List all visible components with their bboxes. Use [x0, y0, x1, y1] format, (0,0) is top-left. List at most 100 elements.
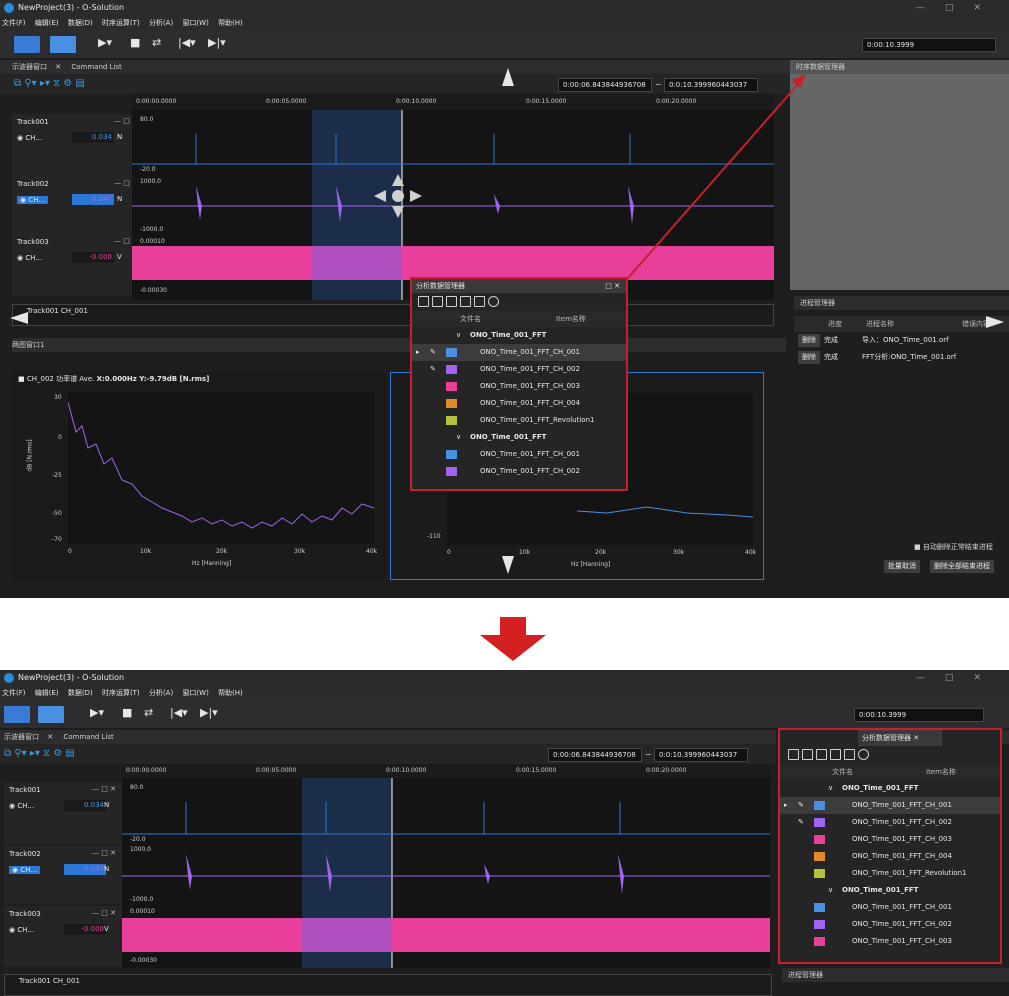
pin-icon[interactable]: ✎	[798, 797, 804, 814]
ruler-label: 0:00:05.0000	[256, 767, 297, 774]
track-controls[interactable]: — □ ✕	[92, 909, 116, 917]
menu-help[interactable]: 帮助(H)	[218, 689, 243, 697]
range-end[interactable]: 0:0:10.399960443037	[654, 748, 748, 762]
color-swatch[interactable]	[814, 801, 825, 810]
analysis-data-manager-docked[interactable]: 分析数据管理器 ✕ 文件名 Item名称 ∨ ONO_Time_001_FFT ▸ ✎…	[778, 728, 1002, 964]
channel-label: ◉ CH...	[9, 802, 35, 810]
export-icon[interactable]	[802, 749, 813, 760]
menu-timeseries[interactable]: 时序运算(T)	[102, 689, 140, 697]
color-swatch[interactable]	[814, 903, 825, 912]
track-controls[interactable]: — □ ✕	[92, 785, 116, 793]
time-display[interactable]: 0:00:10.3999	[854, 708, 984, 722]
item-label: ONO_Time_001_FFT_CH_001	[852, 801, 952, 809]
color-swatch[interactable]	[814, 869, 825, 878]
y-min-label: -1000.0	[130, 896, 154, 903]
chevron-down-icon[interactable]: ∨	[828, 780, 833, 797]
track-name: Track002	[9, 850, 41, 858]
track-name: Track003	[9, 910, 41, 918]
color-swatch[interactable]	[814, 818, 825, 827]
refresh-icon[interactable]	[858, 749, 869, 760]
docked-tree-list: ∨ ONO_Time_001_FFT ▸ ✎ ONO_Time_001_FFT_CH_0…	[780, 780, 1000, 950]
tree-group-row[interactable]: ∨ ONO_Time_001_FFT	[780, 882, 1000, 899]
track-header[interactable]: Track003 — □ ✕ ◉ CH... -0.000 V	[4, 906, 122, 966]
time-ruler: 0:00:00.0000 0:00:05.0000 0:00:10.0000 0…	[122, 764, 770, 778]
y-min-label: -20.0	[130, 836, 146, 843]
ruler-label: 0:00:10.0000	[386, 767, 427, 774]
prev-icon[interactable]: |◀▾	[170, 706, 188, 719]
cursor-icon[interactable]: ⧉ ⚲▾ ▸▾ ⧖ ⚙ ▤	[4, 748, 75, 759]
color-swatch[interactable]	[814, 920, 825, 929]
tree-item-row[interactable]: ONO_Time_001_FFT_CH_003	[780, 933, 1000, 950]
menu-edit[interactable]: 编辑(E)	[35, 689, 59, 697]
y-min-label: -0.00030	[130, 957, 157, 964]
loop-icon[interactable]: ⇄	[144, 706, 153, 719]
chevron-down-icon[interactable]: ∨	[828, 882, 833, 899]
channel-label: ◉ CH...	[9, 866, 41, 874]
tree-item-row[interactable]: ONO_Time_001_FFT_Revolution1	[780, 865, 1000, 882]
tree-group-row[interactable]: ∨ ONO_Time_001_FFT	[780, 780, 1000, 797]
close-icon[interactable]: ✕	[47, 733, 53, 741]
tab-command-list[interactable]: Command List	[63, 733, 113, 741]
app-icon	[4, 673, 14, 683]
track-header[interactable]: Track002 — □ ✕ ◉ CH... 0.047 N	[4, 846, 122, 904]
group-label: ONO_Time_001_FFT	[842, 784, 919, 792]
channel-unit: N	[104, 865, 110, 873]
add-file-icon[interactable]	[788, 749, 799, 760]
scope-mode-button[interactable]	[4, 706, 30, 723]
ruler-label: 0:00:00.0000	[126, 767, 167, 774]
item-label: ONO_Time_001_FFT_CH_002	[852, 818, 952, 826]
delete-icon[interactable]	[830, 749, 841, 760]
ruler-label: 0:00:15.0000	[516, 767, 557, 774]
item-label: ONO_Time_001_FFT_CH_001	[852, 903, 952, 911]
tree-item-row[interactable]: ONO_Time_001_FFT_CH_002	[780, 916, 1000, 933]
scope-tabstrip: 示波器窗口 ✕ Command List	[0, 730, 776, 744]
item-label: ONO_Time_001_FFT_CH_002	[852, 920, 952, 928]
list-icon[interactable]	[844, 749, 855, 760]
range-start[interactable]: 0:00:06.843844936708	[548, 748, 642, 762]
color-swatch[interactable]	[814, 937, 825, 946]
next-icon[interactable]: ▶|▾	[200, 706, 218, 719]
menu-window[interactable]: 窗口(W)	[182, 689, 208, 697]
track-header[interactable]: Track001 — □ ✕ ◉ CH... 0.034 N	[4, 782, 122, 844]
tab-scope-window[interactable]: 示波器窗口	[4, 733, 39, 741]
dialog-toolbar	[780, 746, 1000, 764]
overview-bar[interactable]: Track001 CH_001	[4, 974, 772, 996]
tree-item-row[interactable]: ▸ ✎ ONO_Time_001_FFT_CH_001	[780, 797, 1000, 814]
overview-label: Track001 CH_001	[19, 977, 80, 985]
ruler-label: 0:00:20.0000	[646, 767, 687, 774]
tree-item-row[interactable]: ONO_Time_001_FFT_CH_004	[780, 848, 1000, 865]
item-label: ONO_Time_001_FFT_CH_003	[852, 835, 952, 843]
menu-analysis[interactable]: 分析(A)	[149, 689, 173, 697]
column-file-name[interactable]: 文件名	[832, 764, 853, 780]
scope-toolbar: ⧉ ⚲▾ ▸▾ ⧖ ⚙ ▤ 0:00:06.843844936708 ~ 0:0…	[0, 744, 776, 764]
column-item-name[interactable]: Item名称	[926, 764, 956, 780]
menu-data[interactable]: 数据(D)	[68, 689, 93, 697]
tree-item-row[interactable]: ✎ ONO_Time_001_FFT_CH_002	[780, 814, 1000, 831]
tree-item-row[interactable]: ONO_Time_001_FFT_CH_003	[780, 831, 1000, 848]
waveform-area[interactable]	[122, 778, 770, 968]
color-swatch[interactable]	[814, 835, 825, 844]
channel-unit: V	[104, 925, 109, 933]
analysis-mode-button[interactable]	[38, 706, 64, 723]
tree-item-row[interactable]: ONO_Time_001_FFT_CH_001	[780, 899, 1000, 916]
tab-analysis-manager[interactable]: 分析数据管理器 ✕	[858, 730, 942, 746]
stop-icon[interactable]: ■	[122, 706, 132, 719]
track-controls[interactable]: — □ ✕	[92, 849, 116, 857]
play-icon[interactable]: ▶▾	[90, 706, 104, 719]
channel-value: -0.000	[64, 924, 106, 935]
item-label: ONO_Time_001_FFT_CH_004	[852, 852, 952, 860]
docked-tab-row: 分析数据管理器 ✕	[780, 730, 1000, 746]
color-swatch[interactable]	[814, 852, 825, 861]
title-bar: NewProject(3) - O-Solution —□✕	[0, 670, 1009, 686]
process-manager-tab[interactable]: 进程管理器	[782, 968, 1009, 982]
folder-icon[interactable]	[816, 749, 827, 760]
menu-file[interactable]: 文件(F)	[2, 689, 26, 697]
pin-icon[interactable]: ✎	[798, 814, 804, 831]
y-max-label: 80.0	[130, 784, 144, 791]
channel-unit: N	[104, 801, 110, 809]
window-controls[interactable]: —□✕	[916, 670, 1001, 686]
track-name: Track001	[9, 786, 41, 794]
y-max-label: 0.00010	[130, 908, 155, 915]
main-toolbar: ▶▾ ■ ⇄ |◀▾ ▶|▾ 0:00:10.3999	[0, 700, 1009, 728]
channel-label: ◉ CH...	[9, 926, 35, 934]
